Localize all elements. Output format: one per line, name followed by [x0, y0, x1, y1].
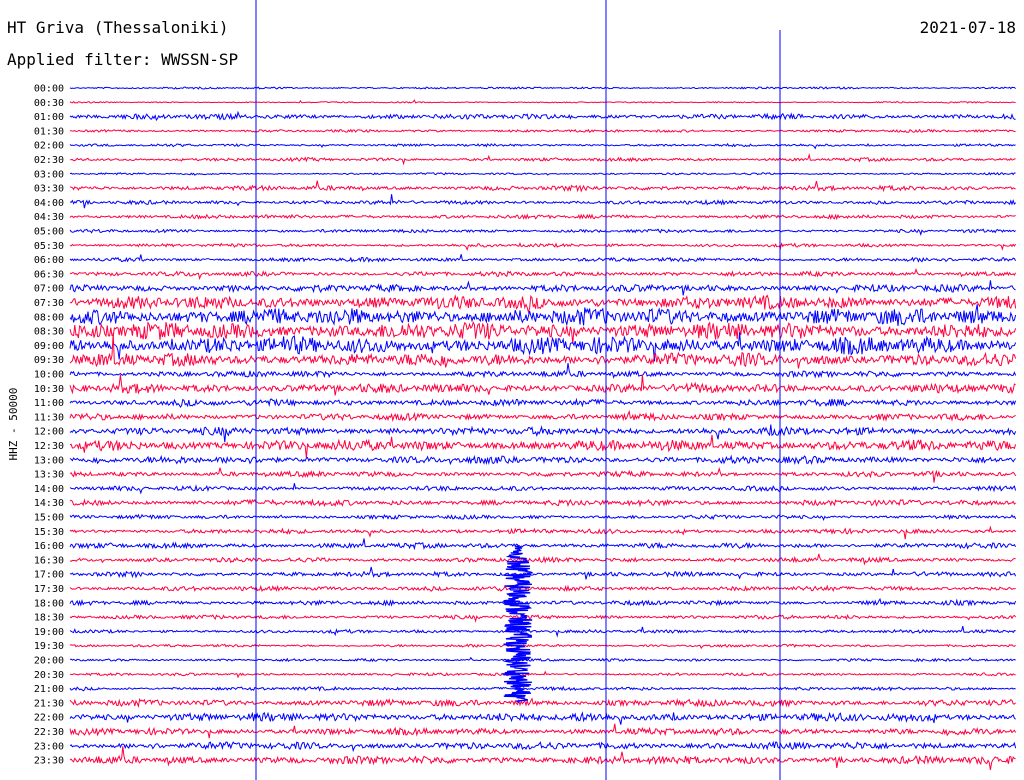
trace-row — [69, 409, 1016, 423]
row-time-label: 10:30 — [34, 384, 64, 395]
trace-row — [69, 128, 1016, 134]
row-time-label: 17:00 — [34, 570, 64, 581]
trace-row — [69, 110, 1016, 122]
row-time-label: 14:30 — [34, 498, 64, 509]
trace-row — [69, 670, 1016, 679]
row-time-label: 06:30 — [34, 269, 64, 280]
trace-row — [69, 362, 1017, 379]
row-time-label: 21:00 — [34, 684, 64, 695]
trace-row — [69, 99, 1016, 104]
row-time-label: 04:30 — [34, 212, 64, 223]
trace-row — [69, 424, 1017, 443]
helicorder-plot: 00:00 00:30 01:00 01:30 02:00 02:30 03:00 03:30… — [34, 0, 1017, 780]
row-time-label: 06:00 — [34, 255, 64, 266]
row-time-label: 09:00 — [34, 341, 64, 352]
trace-row — [69, 643, 1016, 650]
row-time-label: 11:00 — [34, 398, 64, 409]
trace-row — [69, 294, 1017, 314]
trace-row — [69, 397, 1017, 409]
row-time-label: 17:30 — [34, 584, 64, 595]
trace-row — [69, 746, 1016, 771]
trace-row — [69, 697, 1016, 709]
row-time-label: 16:30 — [34, 555, 64, 566]
trace-row — [69, 153, 1016, 166]
trace-row — [69, 513, 1017, 522]
row-time-label: 23:30 — [34, 756, 64, 767]
trace-row — [69, 538, 1017, 551]
row-time-label: 20:30 — [34, 670, 64, 681]
trace-row — [69, 268, 1017, 281]
trace-row — [69, 483, 1017, 495]
row-time-label: 13:00 — [34, 455, 64, 466]
row-time-label: 18:30 — [34, 613, 64, 624]
trace-row — [69, 553, 1016, 566]
trace-row — [69, 613, 1016, 623]
event-envelope — [501, 544, 534, 703]
row-time-label: 05:30 — [34, 241, 64, 252]
trace-row — [69, 584, 1016, 593]
trace-row — [69, 213, 1016, 221]
trace-row — [69, 597, 1017, 607]
row-time-label: 22:30 — [34, 727, 64, 738]
row-time-label: 08:00 — [34, 312, 64, 323]
trace-row — [69, 625, 1016, 638]
row-time-label: 20:00 — [34, 656, 64, 667]
row-time-label: 02:30 — [34, 155, 64, 166]
row-time-label: 21:30 — [34, 698, 64, 709]
trace-row — [69, 740, 1017, 753]
row-time-label: 01:00 — [34, 112, 64, 123]
trace-row — [69, 685, 1016, 692]
row-time-label: 10:00 — [34, 370, 64, 381]
trace-row — [69, 180, 1016, 193]
trace-row — [69, 254, 1017, 263]
row-time-label: 07:30 — [34, 298, 64, 309]
trace-row — [69, 321, 1017, 345]
row-time-label: 19:30 — [34, 641, 64, 652]
row-time-label: 15:30 — [34, 527, 64, 538]
trace-row — [69, 142, 1016, 150]
time-tick-labels: 00:00 00:30 01:00 01:30 02:00 02:30 03:00 03:30… — [34, 84, 64, 767]
row-time-label: 11:30 — [34, 412, 64, 423]
trace-row — [69, 228, 1016, 237]
trace-row — [69, 466, 1017, 483]
trace-row — [69, 86, 1016, 90]
trace-row — [69, 566, 1017, 580]
trace-row — [69, 525, 1016, 540]
trace-row — [69, 280, 1016, 296]
row-time-label: 23:00 — [34, 741, 64, 752]
row-time-label: 01:30 — [34, 126, 64, 137]
trace-layer — [69, 86, 1017, 771]
trace-row — [69, 498, 1016, 508]
row-time-label: 02:00 — [34, 141, 64, 152]
trace-row — [69, 374, 1016, 396]
row-time-label: 16:00 — [34, 541, 64, 552]
trace-row — [69, 656, 1016, 663]
trace-row — [69, 723, 1017, 739]
row-time-label: 00:00 — [34, 84, 64, 95]
trace-row — [69, 242, 1017, 252]
row-time-label: 18:00 — [34, 598, 64, 609]
trace-row — [69, 711, 1016, 725]
row-time-label: 13:30 — [34, 470, 64, 481]
row-time-label: 03:00 — [34, 169, 64, 180]
trace-row — [69, 434, 1017, 459]
row-time-label: 04:00 — [34, 198, 64, 209]
row-time-label: 08:30 — [34, 327, 64, 338]
row-time-label: 03:30 — [34, 184, 64, 195]
trace-row — [69, 194, 1016, 209]
row-time-label: 15:00 — [34, 513, 64, 524]
trace-row — [69, 454, 1016, 466]
row-time-label: 05:00 — [34, 227, 64, 238]
row-time-label: 12:00 — [34, 427, 64, 438]
trace-row — [69, 171, 1016, 176]
row-time-label: 12:30 — [34, 441, 64, 452]
row-time-label: 09:30 — [34, 355, 64, 366]
row-time-label: 22:00 — [34, 713, 64, 724]
row-time-label: 07:00 — [34, 284, 64, 295]
row-time-label: 19:00 — [34, 627, 64, 638]
row-time-label: 00:30 — [34, 98, 64, 109]
row-time-label: 14:00 — [34, 484, 64, 495]
